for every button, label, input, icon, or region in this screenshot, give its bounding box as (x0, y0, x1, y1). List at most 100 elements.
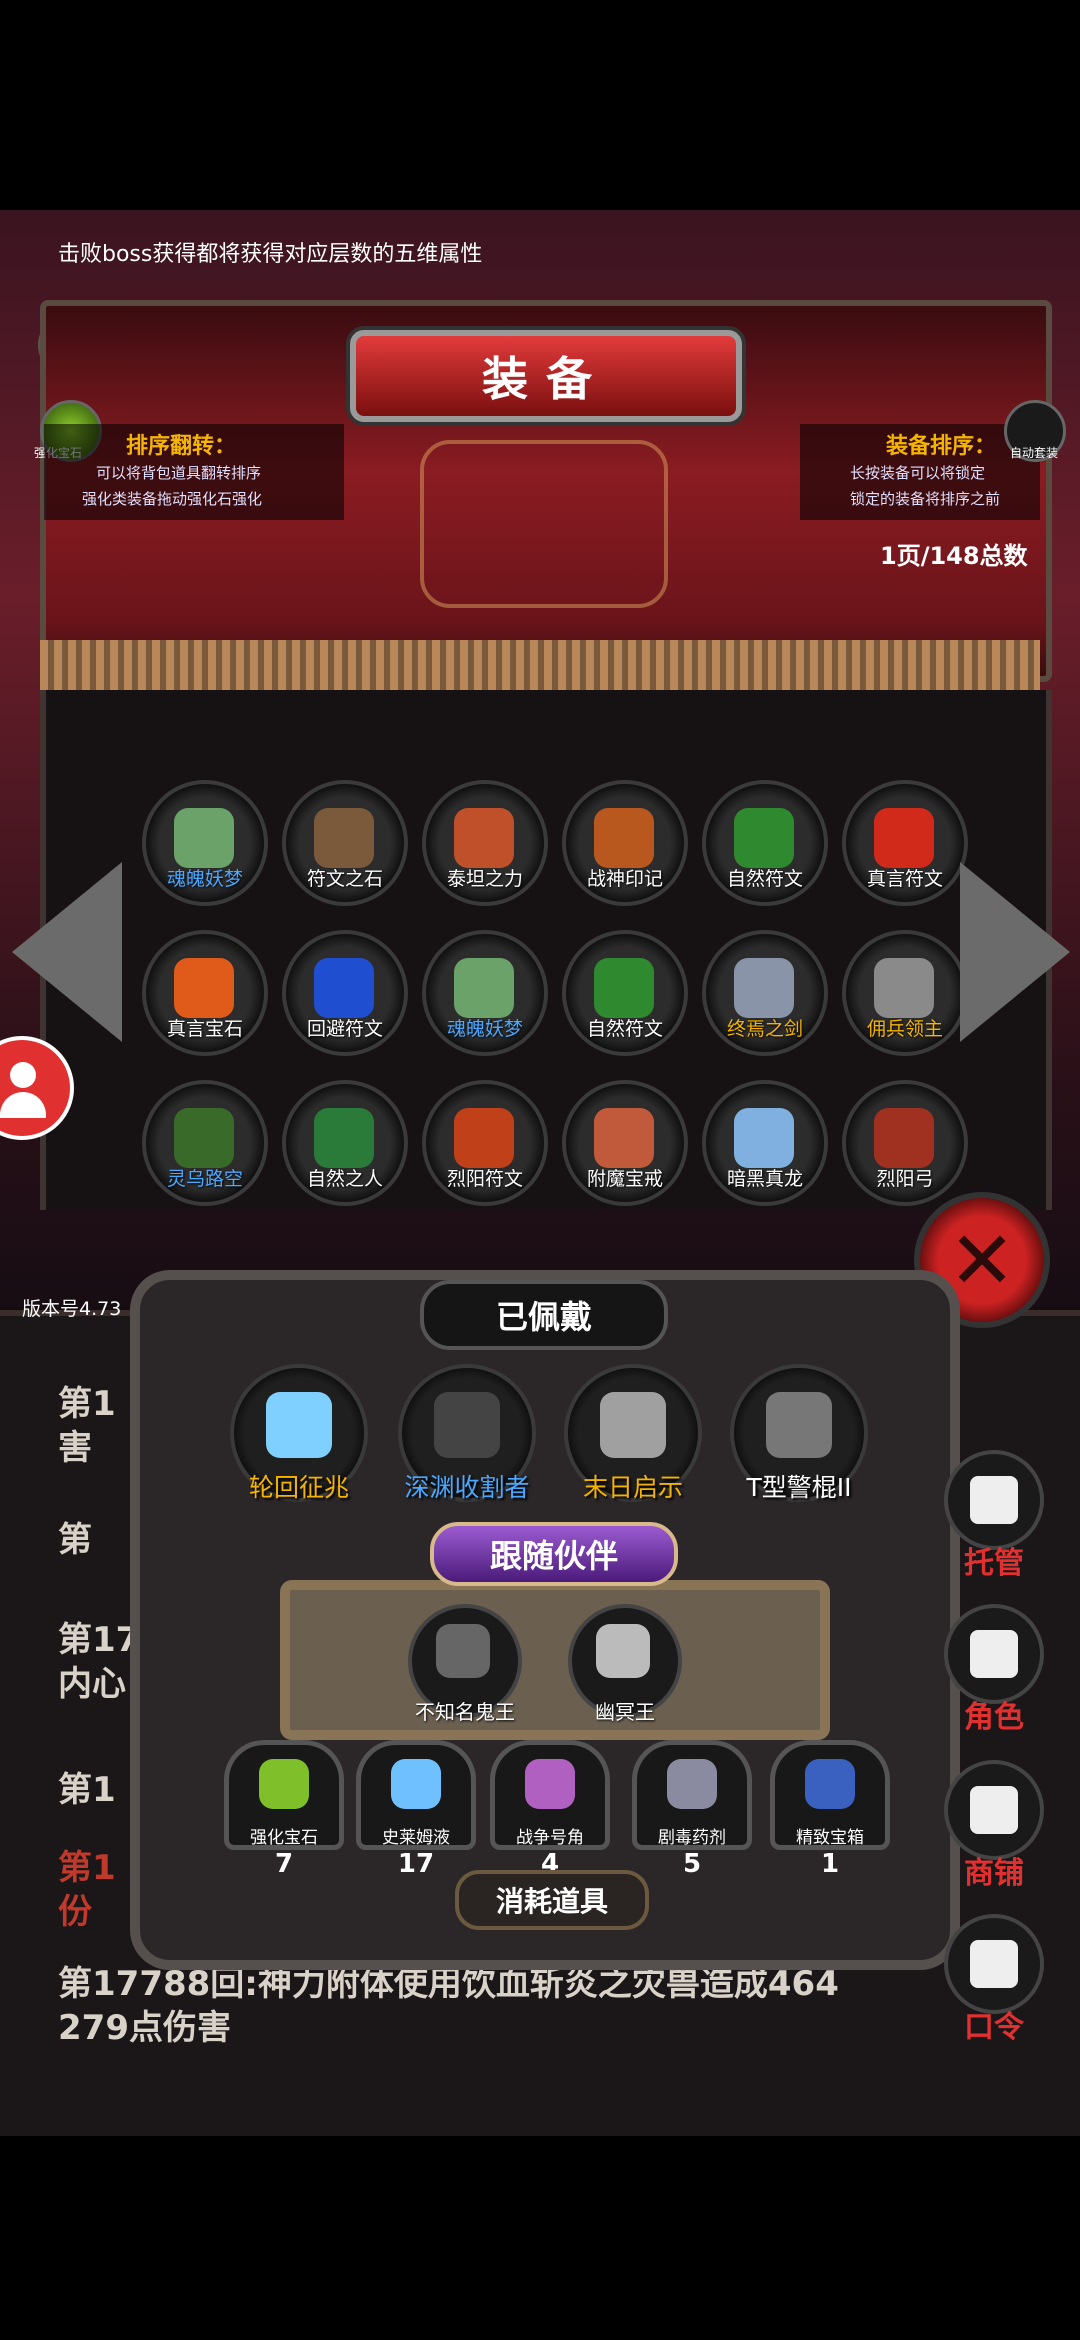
sort-equip-line: 锁定的装备将排序之前 (850, 490, 1001, 508)
item-label: 自然符文 (726, 868, 803, 890)
item-icon (734, 958, 794, 1018)
consumable-icon (667, 1759, 717, 1809)
item-icon (594, 958, 654, 1018)
side-button-label: 角色 (964, 1700, 1024, 1735)
item-label: 魂魄妖梦 (446, 1018, 523, 1040)
equipped-slot[interactable]: 末日启示 (564, 1364, 702, 1502)
inventory-slot[interactable]: 魂魄妖梦 (142, 780, 268, 906)
inventory-slot[interactable]: 符文之石 (282, 780, 408, 906)
inventory-slot[interactable]: 灵乌路空 (142, 1080, 268, 1206)
close-icon: ✕ (948, 1213, 1016, 1307)
log-line: 内心 (58, 1664, 126, 1704)
prev-page-arrow-icon[interactable] (12, 862, 122, 1042)
consumable-slot[interactable]: 精致宝箱 1 (770, 1740, 890, 1879)
shop-button[interactable]: 商铺 (944, 1760, 1044, 1891)
item-icon (594, 1108, 654, 1168)
auto-play-button[interactable]: 托管 (944, 1450, 1044, 1581)
inventory-slot[interactable]: 佣兵领主 (842, 930, 968, 1056)
companion-slot[interactable]: 不知名鬼王 (408, 1604, 522, 1724)
user-icon (10, 1062, 36, 1088)
consumable-slot[interactable]: 强化宝石 7 (224, 1740, 344, 1879)
equipped-item-icon (434, 1392, 500, 1458)
crossed-swords-emblem-icon (420, 440, 668, 608)
equipped-item-icon (766, 1392, 832, 1458)
consumable-slot[interactable]: 战争号角 4 (490, 1740, 610, 1879)
item-label: 魂魄妖梦 (166, 868, 243, 890)
consumable-slot[interactable]: 剧毒药剂 5 (632, 1740, 752, 1879)
item-icon (314, 808, 374, 868)
item-label: 自然之人 (306, 1168, 383, 1190)
item-label: 灵乌路空 (166, 1168, 243, 1190)
consumable-icon (391, 1759, 441, 1809)
log-line: 害 (58, 1428, 92, 1468)
next-page-arrow-icon[interactable] (960, 862, 1070, 1042)
item-label: 符文之石 (306, 868, 383, 890)
item-icon (314, 1108, 374, 1168)
inventory-slot[interactable]: 暗黑真龙 (702, 1080, 828, 1206)
inventory-slot[interactable]: 回避符文 (282, 930, 408, 1056)
inventory-slot[interactable]: 终焉之剑 (702, 930, 828, 1056)
item-icon (734, 808, 794, 868)
equipped-slot[interactable]: T型警棍II (730, 1364, 868, 1502)
inventory-slot[interactable]: 自然符文 (562, 930, 688, 1056)
side-button-label: 商铺 (964, 1856, 1024, 1891)
equipped-item-icon (266, 1392, 332, 1458)
inventory-slot[interactable]: 泰坦之力 (422, 780, 548, 906)
item-icon (454, 1108, 514, 1168)
auto-set-label: 自动套装 (1010, 446, 1059, 460)
inventory-slot[interactable]: 魂魄妖梦 (422, 930, 548, 1056)
item-icon (454, 808, 514, 868)
sort-flip-title: 排序翻转： (126, 434, 237, 459)
sort-flip-line: 强化类装备拖动强化石强化 (82, 490, 263, 508)
item-icon (314, 958, 374, 1018)
log-line: 第1 (58, 1384, 116, 1424)
consumable-label: 精致宝箱 (796, 1828, 864, 1848)
consumable-label: 强化宝石 (250, 1828, 318, 1848)
consumable-count: 1 (820, 1849, 840, 1879)
item-icon (874, 1108, 934, 1168)
version-label: 版本号4.73 (22, 1298, 122, 1320)
equipped-item-icon (600, 1392, 666, 1458)
inventory-slot[interactable]: 真言符文 (842, 780, 968, 906)
consumable-icon (805, 1759, 855, 1809)
equipped-slot[interactable]: 深渊收割者 (398, 1364, 536, 1502)
item-icon (174, 958, 234, 1018)
item-icon (734, 1108, 794, 1168)
inventory-slot[interactable]: 真言宝石 (142, 930, 268, 1056)
inventory-slot[interactable]: 战神印记 (562, 780, 688, 906)
item-icon (174, 1108, 234, 1168)
companion-slot[interactable]: 幽冥王 (568, 1604, 682, 1724)
consumable-icon (259, 1759, 309, 1809)
inventory-slot[interactable]: 自然之人 (282, 1080, 408, 1206)
companion-title: 跟随伙伴 (430, 1522, 678, 1586)
equipped-slot[interactable]: 轮回征兆 (230, 1364, 368, 1502)
consumable-slot[interactable]: 史莱姆液 17 (356, 1740, 476, 1879)
item-label: 附魔宝戒 (586, 1168, 663, 1190)
sort-flip-info[interactable]: 排序翻转： 可以将背包道具翻转排序 强化类装备拖动强化石强化 (44, 424, 344, 520)
item-label: 泰坦之力 (446, 868, 523, 890)
page-count: 1页/148总数 (880, 542, 1028, 570)
top-hint-text: 击败boss获得都将获得对应层数的五维属性 (58, 242, 483, 267)
companion-icon (436, 1624, 490, 1678)
inventory-slot[interactable]: 附魔宝戒 (562, 1080, 688, 1206)
side-button-label: 托管 (964, 1546, 1024, 1581)
companion-label: 幽冥王 (595, 1700, 655, 1724)
consumable-icon (525, 1759, 575, 1809)
item-label: 自然符文 (586, 1018, 663, 1040)
item-label: 战神印记 (586, 868, 663, 890)
sort-equip-title: 装备排序： (886, 434, 997, 459)
inventory-slot[interactable]: 烈阳符文 (422, 1080, 548, 1206)
log-line: 份 (58, 1892, 92, 1932)
inventory-slot[interactable]: 自然符文 (702, 780, 828, 906)
item-label: 回避符文 (306, 1018, 383, 1040)
code-button[interactable]: 口令 (944, 1914, 1044, 2045)
character-button[interactable]: 角色 (944, 1604, 1044, 1735)
inventory-slot[interactable]: 烈阳弓 (842, 1080, 968, 1206)
item-label: 真言宝石 (166, 1018, 243, 1040)
consumable-label: 剧毒药剂 (658, 1828, 726, 1848)
log-line: 第 (58, 1520, 92, 1560)
user-icon-body (0, 1092, 46, 1118)
item-icon (874, 808, 934, 868)
equipped-item-label: 深渊收割者 (404, 1473, 530, 1502)
item-label: 烈阳弓 (876, 1168, 934, 1190)
